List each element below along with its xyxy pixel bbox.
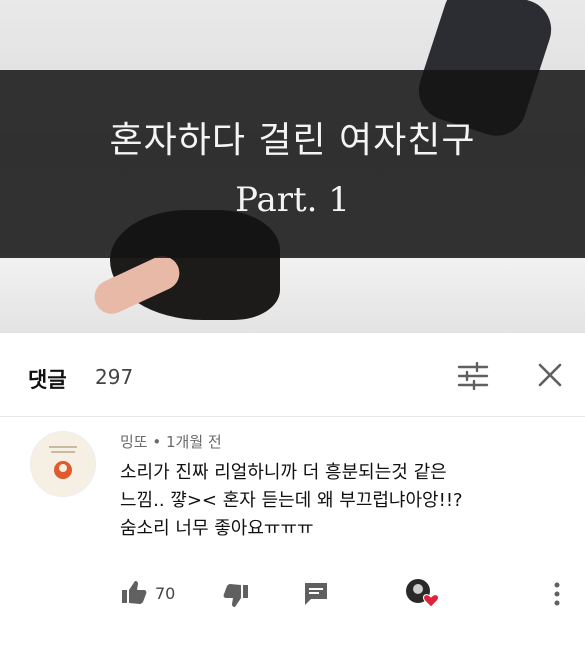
comment-item: 밍또 • 1개월 전 소리가 진짜 리얼하니까 더 흥분되는것 같은 느낌.. … — [0, 417, 585, 657]
sort-icon[interactable] — [456, 361, 490, 391]
close-icon[interactable] — [536, 361, 564, 389]
video-thumbnail[interactable]: 혼자하다 걸린 여자친구 Part. 1 — [0, 0, 585, 333]
comment-actions: 70 — [0, 575, 585, 611]
comments-header: 댓글 297 — [0, 334, 585, 417]
comment-text: 소리가 진짜 리얼하니까 더 흥분되는것 같은 느낌.. 꺟>< 혼자 듣는데 … — [120, 459, 540, 543]
creator-heart-icon — [404, 577, 440, 613]
title-banner — [0, 70, 585, 258]
like-icon[interactable] — [120, 579, 148, 609]
avatar[interactable] — [30, 431, 96, 497]
comment-line: 느낌.. 꺟>< 혼자 듣는데 왜 부끄럽냐아앙!!? — [120, 490, 463, 511]
like-count: 70 — [155, 584, 176, 603]
dislike-icon[interactable] — [222, 583, 250, 613]
comments-label: 댓글 — [28, 368, 67, 392]
comment-line: 숨소리 너무 좋아요ㅠㅠㅠ — [120, 518, 314, 539]
comment-line: 소리가 진짜 리얼하니까 더 흥분되는것 같은 — [120, 462, 447, 483]
reply-icon[interactable] — [303, 581, 329, 611]
video-title-line-1: 혼자하다 걸린 여자친구 — [109, 120, 476, 161]
more-vert-icon[interactable] — [552, 581, 562, 611]
comment-meta: 밍또 • 1개월 전 — [120, 433, 222, 451]
video-title-line-2: Part. 1 — [235, 180, 350, 220]
bed-background — [0, 255, 585, 333]
comments-count: 297 — [95, 365, 134, 389]
